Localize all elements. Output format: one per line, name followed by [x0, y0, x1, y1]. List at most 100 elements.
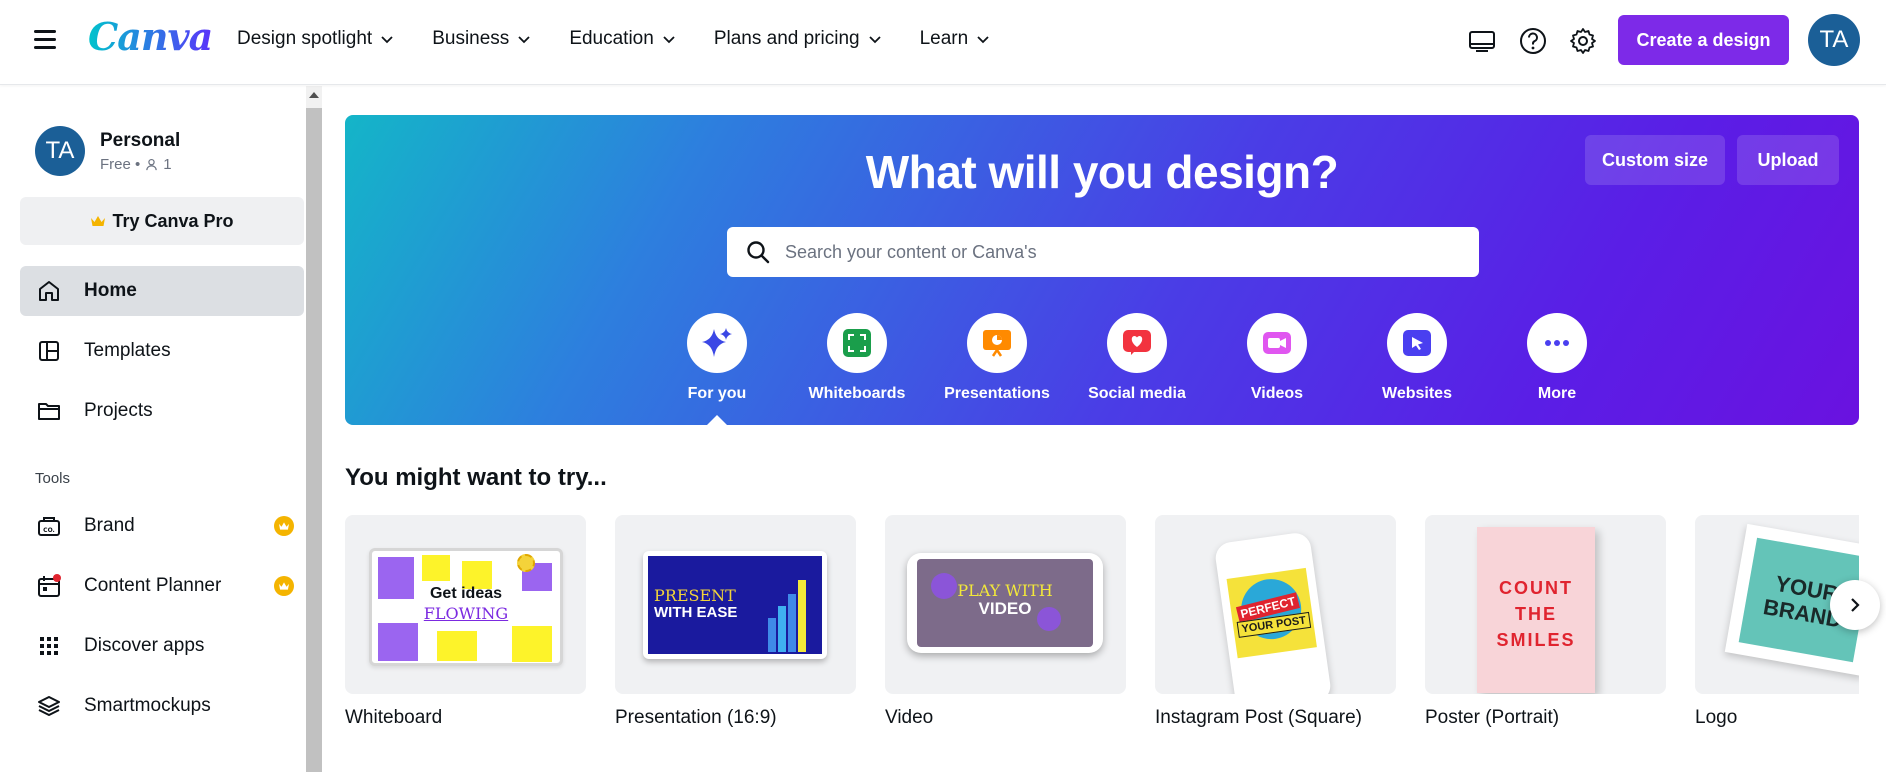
crown-icon: [274, 516, 294, 536]
chevron-right-icon: [1851, 598, 1860, 612]
try-canva-pro-button[interactable]: Try Canva Pro: [20, 197, 304, 245]
account-name: Personal: [100, 129, 181, 151]
hero-banner: What will you design? Custom size Upload…: [345, 115, 1859, 425]
card-thumbnail: PLAY WITH VIDEO: [885, 515, 1126, 694]
try-pro-label: Try Canva Pro: [112, 210, 234, 231]
sidebar-item-label: Discover apps: [84, 635, 205, 656]
card-whiteboard[interactable]: Get ideas FLOWING Whiteboard: [345, 515, 586, 729]
suggestions-title: You might want to try...: [345, 464, 607, 491]
category-for-you[interactable]: For you: [647, 313, 787, 425]
card-poster[interactable]: COUNT THE SMILES Poster (Portrait): [1425, 515, 1666, 729]
category-presentations[interactable]: Presentations: [927, 313, 1067, 403]
sidebar-item-templates[interactable]: Templates: [20, 326, 304, 376]
home-icon: [39, 281, 59, 301]
account-plan: Free • 1: [100, 156, 180, 173]
cursor-icon: [1403, 330, 1431, 356]
card-thumbnail: PRESENT WITH EASE: [615, 515, 856, 694]
thumb-text: PRESENT: [654, 586, 736, 605]
card-presentation[interactable]: PRESENT WITH EASE Presentation (16:9): [615, 515, 856, 729]
calendar-icon: [38, 574, 61, 597]
nav-business[interactable]: Business: [432, 28, 531, 50]
nav-label: Plans and pricing: [713, 28, 860, 49]
category-label: Videos: [1250, 385, 1304, 402]
card-thumbnail: PERFECT YOUR POST: [1155, 515, 1396, 694]
category-label: Presentations: [944, 385, 1050, 402]
card-label: Whiteboard: [345, 707, 443, 728]
category-websites[interactable]: Websites: [1347, 313, 1487, 403]
presentation-icon: [983, 330, 1011, 357]
templates-icon: [39, 341, 59, 361]
sidebar-item-home[interactable]: Home: [20, 266, 304, 316]
category-more[interactable]: More: [1487, 313, 1627, 403]
chevron-down-icon: [518, 36, 530, 44]
sparkle-icon: [702, 328, 732, 357]
thumb-text: PLAY WITH: [957, 581, 1053, 600]
selected-indicator: [707, 415, 727, 425]
hamburger-menu-icon[interactable]: [34, 30, 56, 50]
custom-size-button[interactable]: Custom size: [1585, 135, 1725, 185]
suggestions-carousel: Get ideas FLOWING Whiteboard PRESENT WIT…: [345, 515, 1859, 745]
thumb-text: VIDEO: [978, 599, 1032, 618]
category-whiteboards[interactable]: Whiteboards: [787, 313, 927, 403]
person-icon: [146, 158, 158, 170]
nav-learn[interactable]: Learn: [920, 28, 991, 50]
carousel-next-button[interactable]: [1830, 580, 1880, 630]
sidebar-item-label: Smartmockups: [84, 695, 211, 716]
category-label: Social media: [1088, 385, 1186, 402]
search-input[interactable]: [785, 241, 1445, 263]
upload-button[interactable]: Upload: [1737, 135, 1839, 185]
sidebar-item-label: Templates: [84, 340, 171, 361]
avatar[interactable]: TA: [1808, 14, 1860, 66]
thumb-text: FLOWING: [423, 604, 509, 623]
nav-education[interactable]: Education: [569, 28, 676, 50]
sidebar-item-brand[interactable]: CO. Brand: [20, 501, 304, 551]
help-icon[interactable]: [1517, 25, 1549, 57]
sidebar-item-smartmockups[interactable]: Smartmockups: [20, 681, 304, 731]
search-bar[interactable]: [727, 227, 1479, 277]
card-instagram-post[interactable]: PERFECT YOUR POST Instagram Post (Square…: [1155, 515, 1396, 729]
card-label: Logo: [1695, 707, 1738, 728]
card-label: Video: [885, 707, 934, 728]
card-thumbnail: COUNT THE SMILES: [1425, 515, 1666, 694]
video-camera-icon: [1263, 332, 1291, 354]
crown-icon: [274, 576, 294, 596]
sidebar-scrollbar[interactable]: [306, 86, 322, 772]
card-label: Poster (Portrait): [1425, 707, 1560, 728]
sidebar-item-label: Content Planner: [84, 575, 222, 596]
chevron-down-icon: [663, 36, 675, 44]
scroll-up-arrow-icon[interactable]: [309, 92, 319, 98]
category-label: More: [1537, 385, 1577, 402]
card-logo[interactable]: YOUR BRAND Logo: [1695, 515, 1859, 729]
nav-label: Learn: [919, 28, 969, 49]
nav-label: Business: [432, 28, 510, 49]
sidebar-item-projects[interactable]: Projects: [20, 386, 304, 436]
desktop-app-icon[interactable]: [1466, 25, 1498, 57]
chevron-down-icon: [868, 36, 881, 44]
sidebar: TA Personal Free • 1 Try Canva Pro Home: [0, 86, 306, 772]
category-social-media[interactable]: Social media: [1067, 313, 1207, 403]
category-label: For you: [687, 385, 747, 402]
sidebar-item-discover-apps[interactable]: Discover apps: [20, 621, 304, 671]
account-switcher[interactable]: TA Personal Free • 1: [35, 126, 180, 176]
card-label: Presentation (16:9): [615, 707, 777, 728]
brand-icon: CO.: [38, 517, 60, 536]
card-label: Instagram Post (Square): [1155, 707, 1362, 728]
create-a-design-button[interactable]: Create a design: [1618, 15, 1789, 65]
sidebar-item-label: Home: [84, 280, 137, 301]
canva-logo[interactable]: Canva: [88, 14, 213, 59]
nav-design-spotlight[interactable]: Design spotlight: [237, 28, 394, 50]
card-video[interactable]: PLAY WITH VIDEO Video: [885, 515, 1126, 729]
thumb-text: Get ideas: [429, 585, 503, 602]
account-plan-label: Free •: [100, 155, 141, 173]
gear-icon[interactable]: [1567, 25, 1599, 57]
sidebar-item-content-planner[interactable]: Content Planner: [20, 561, 304, 611]
thumb-text: WITH EASE: [654, 604, 738, 621]
category-label: Websites: [1382, 385, 1452, 402]
category-label: Whiteboards: [808, 385, 906, 402]
nav-label: Design spotlight: [237, 28, 373, 49]
category-videos[interactable]: Videos: [1207, 313, 1347, 403]
more-icon: [1545, 340, 1569, 346]
card-thumbnail: Get ideas FLOWING: [345, 515, 586, 694]
nav-plans-and-pricing[interactable]: Plans and pricing: [714, 28, 882, 50]
crown-icon: [91, 216, 106, 226]
